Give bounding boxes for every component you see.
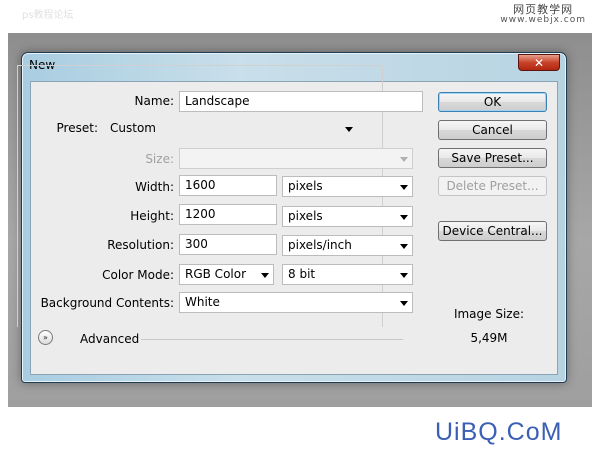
image-size-value: 5,49M [470,331,508,345]
color-mode-select[interactable]: RGB Color [179,264,274,285]
watermark-top-left: ps教程论坛 [22,10,74,21]
resolution-unit-value: pixels/inch [288,238,352,252]
close-icon: ✕ [533,55,545,70]
height-label: Height: [130,209,174,223]
resolution-unit-select[interactable]: pixels/inch [282,235,413,256]
preset-select-value: Custom [110,121,156,135]
width-unit-value: pixels [288,179,323,193]
chevron-down-icon [400,244,408,249]
height-unit-value: pixels [288,209,323,223]
background-contents-select[interactable]: White [179,292,413,313]
watermark-site-name: 网页教学网 [513,3,574,16]
device-central-button[interactable]: Device Central... [438,221,547,241]
chevron-down-icon [400,185,408,190]
double-chevron-down-icon[interactable]: » [38,330,53,345]
delete-preset-button: Delete Preset... [438,176,547,196]
size-select [179,148,413,169]
advanced-separator [141,339,403,340]
size-label: Size: [145,152,174,166]
advanced-toggle-label[interactable]: Advanced [80,332,139,346]
width-unit-select[interactable]: pixels [282,176,413,197]
watermark-bottom: UiBQ.CoM [435,418,563,446]
resolution-input[interactable]: 300 [179,234,277,255]
chevron-down-icon [400,157,408,162]
save-preset-button[interactable]: Save Preset... [438,148,547,168]
bit-depth-select[interactable]: 8 bit [282,264,413,285]
name-input[interactable]: Landscape [179,91,423,112]
chevron-down-icon [400,273,408,278]
color-mode-label: Color Mode: [102,268,174,282]
name-label: Name: [134,94,174,108]
watermark-site-url: www.webjx.com [500,15,586,25]
background-contents-label: Background Contents: [40,296,174,310]
color-mode-value: RGB Color [185,267,247,281]
chevron-down-icon [345,127,353,132]
bit-depth-value: 8 bit [288,267,316,281]
preset-select[interactable]: Custom [104,118,358,139]
chevron-down-icon [400,215,408,220]
resolution-label: Resolution: [107,238,174,252]
chevron-down-icon [400,301,408,306]
image-size-label: Image Size: [453,307,525,321]
width-input[interactable]: 1600 [179,175,277,196]
close-button[interactable]: ✕ [518,54,560,71]
background-contents-value: White [185,295,220,309]
height-input[interactable]: 1200 [179,204,277,225]
width-label: Width: [135,180,174,194]
cancel-button[interactable]: Cancel [438,120,547,140]
chevron-down-icon [261,273,269,278]
height-unit-select[interactable]: pixels [282,206,413,227]
ok-button[interactable]: OK [438,92,547,112]
watermark-top-right: 网页教学网 www.webjx.com [500,4,586,26]
preset-label: Preset: [40,121,100,135]
